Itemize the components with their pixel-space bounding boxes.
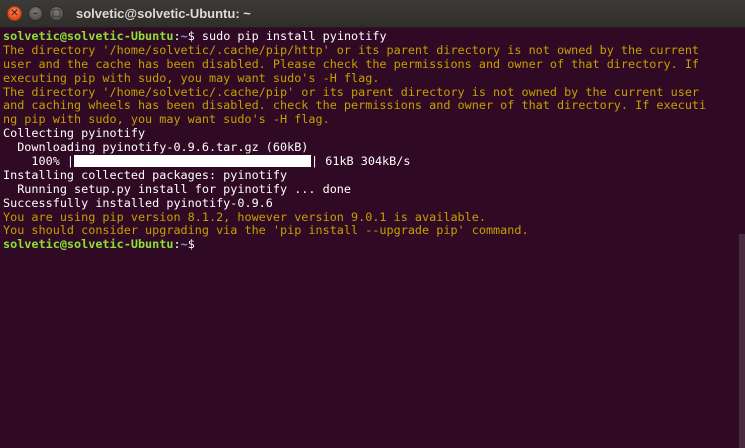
prompt-user-host: solvetic@solvetic-Ubuntu <box>3 238 174 252</box>
prompt-symbol: $ <box>187 238 202 252</box>
warning-line: You should consider upgrading via the 'p… <box>3 224 529 238</box>
terminal-scrollbar[interactable] <box>739 234 745 448</box>
window-title: solvetic@solvetic-Ubuntu: ~ <box>76 6 251 21</box>
warning-line: ng pip with sudo, you may want sudo's -H… <box>3 113 330 127</box>
warning-line: The directory '/home/solvetic/.cache/pip… <box>3 43 700 57</box>
terminal-window: ✕ – □ solvetic@solvetic-Ubuntu: ~ solvet… <box>0 0 745 448</box>
close-window-button[interactable]: ✕ <box>7 6 22 21</box>
warning-line: The directory '/home/solvetic/.cache/pip… <box>3 85 700 99</box>
prompt-symbol: $ <box>187 30 202 43</box>
command-text: sudo pip install pyinotify <box>201 30 387 43</box>
terminal-output[interactable]: solvetic@solvetic-Ubuntu:~$ sudo pip ins… <box>3 30 735 448</box>
prompt-colon: : <box>173 30 181 43</box>
maximize-window-button[interactable]: □ <box>49 6 64 21</box>
prompt-path: ~ <box>180 238 188 252</box>
output-line: Installing collected packages: pyinotify <box>3 168 288 182</box>
warning-line: executing pip with sudo, you may want su… <box>3 71 380 85</box>
prompt-path: ~ <box>180 30 188 43</box>
title-bar[interactable]: ✕ – □ solvetic@solvetic-Ubuntu: ~ <box>0 0 745 28</box>
prompt-user-host: solvetic@solvetic-Ubuntu <box>3 30 174 43</box>
output-line: Successfully installed pyinotify-0.9.6 <box>3 196 273 210</box>
warning-line: You are using pip version 8.1.2, however… <box>3 210 486 224</box>
warning-line: user and the cache has been disabled. Pl… <box>3 57 700 71</box>
progress-percent-label: 100% | <box>3 155 75 169</box>
progress-bar <box>74 155 312 168</box>
warning-line: and caching wheels has been disabled. ch… <box>3 99 707 113</box>
prompt-colon: : <box>173 238 181 252</box>
output-line: Running setup.py install for pyinotify .… <box>3 182 352 196</box>
output-line: Downloading pyinotify-0.9.6.tar.gz (60kB… <box>3 141 309 155</box>
prompt-line[interactable]: solvetic@solvetic-Ubuntu:~$ <box>3 238 735 252</box>
progress-stats: | 61kB 304kB/s <box>311 155 411 169</box>
progress-line: 100% | | 61kB 304kB/s <box>3 155 735 169</box>
output-line: Collecting pyinotify <box>3 127 146 141</box>
minimize-window-button[interactable]: – <box>28 6 43 21</box>
command-line: solvetic@solvetic-Ubuntu:~$ sudo pip ins… <box>3 30 735 44</box>
